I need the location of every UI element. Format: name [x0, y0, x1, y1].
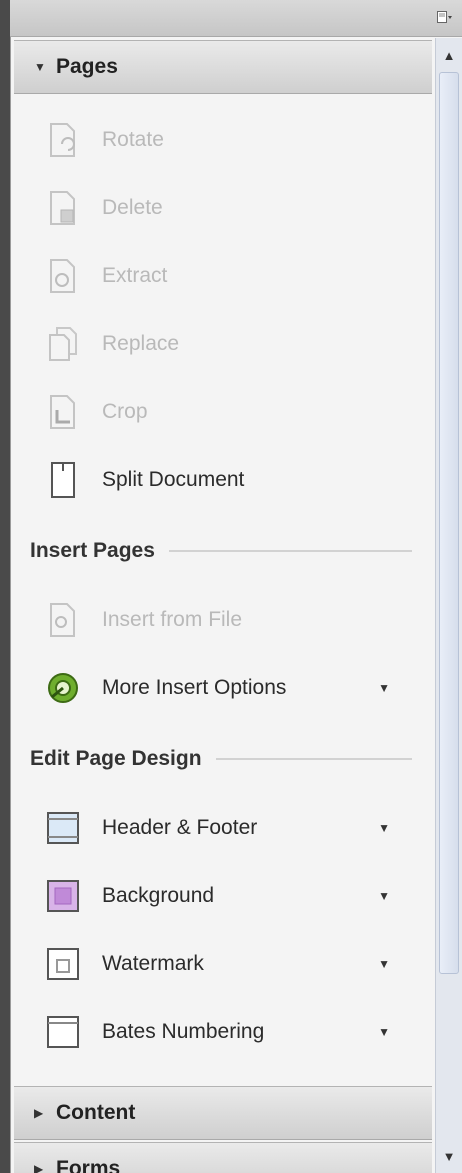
edit-page-design-title: Edit Page Design — [30, 747, 202, 770]
scroll-down-icon[interactable]: ▼ — [436, 1143, 462, 1169]
scroll-up-icon[interactable]: ▲ — [436, 42, 462, 68]
panel-options-icon[interactable] — [436, 9, 454, 25]
section-forms-header[interactable]: ▶ Forms — [14, 1142, 432, 1173]
watermark-label: Watermark — [102, 952, 204, 975]
section-content-title: Content — [56, 1101, 136, 1124]
header-footer-item[interactable]: Header & Footer ▼ — [46, 804, 432, 852]
section-content-header[interactable]: ▶ Content — [14, 1086, 432, 1140]
collapse-triangle-icon: ▶ — [34, 1162, 44, 1173]
delete-page-icon — [46, 188, 80, 228]
rotate-page-icon — [46, 120, 80, 160]
dropdown-arrow-icon[interactable]: ▼ — [378, 1025, 390, 1039]
panel-scrollbar[interactable]: ▲ ▼ — [435, 38, 462, 1173]
rotate-label: Rotate — [102, 128, 164, 151]
insert-pages-title: Insert Pages — [30, 539, 155, 562]
replace-item[interactable]: Replace — [46, 320, 432, 368]
more-insert-options-icon — [46, 668, 80, 708]
watermark-item[interactable]: Watermark ▼ — [46, 940, 432, 988]
bates-numbering-label: Bates Numbering — [102, 1020, 265, 1043]
replace-label: Replace — [102, 332, 180, 355]
split-document-item[interactable]: Split Document — [46, 456, 432, 504]
tools-panel: ▼ Pages Rotate Delete Extract Replace Cr… — [10, 0, 462, 1173]
expand-triangle-icon: ▼ — [34, 60, 46, 74]
collapse-triangle-icon: ▶ — [34, 1106, 44, 1120]
extract-label: Extract — [102, 264, 168, 287]
crop-item[interactable]: Crop — [46, 388, 432, 436]
crop-label: Crop — [102, 400, 148, 423]
dropdown-arrow-icon[interactable]: ▼ — [378, 821, 390, 835]
section-pages-title: Pages — [56, 55, 118, 78]
panel-topbar — [10, 0, 462, 37]
background-label: Background — [102, 884, 215, 907]
extract-item[interactable]: Extract — [46, 252, 432, 300]
rotate-item[interactable]: Rotate — [46, 116, 432, 164]
dropdown-arrow-icon[interactable]: ▼ — [378, 957, 390, 971]
crop-page-icon — [46, 392, 80, 432]
divider — [215, 758, 412, 760]
header-footer-icon — [46, 808, 80, 848]
background-item[interactable]: Background ▼ — [46, 872, 432, 920]
insert-from-file-label: Insert from File — [102, 608, 243, 631]
section-forms-title: Forms — [56, 1157, 121, 1173]
insert-from-file-item[interactable]: Insert from File — [46, 596, 432, 644]
divider — [168, 550, 412, 552]
delete-item[interactable]: Delete — [46, 184, 432, 232]
bates-numbering-item[interactable]: Bates Numbering ▼ — [46, 1008, 432, 1056]
more-insert-options-item[interactable]: More Insert Options ▼ — [46, 664, 432, 712]
dropdown-arrow-icon[interactable]: ▼ — [378, 681, 390, 695]
insert-from-file-icon — [46, 600, 80, 640]
insert-pages-heading: Insert Pages — [30, 534, 412, 568]
extract-page-icon — [46, 256, 80, 296]
background-icon — [46, 876, 80, 916]
split-document-icon — [46, 460, 80, 500]
more-insert-options-label: More Insert Options — [102, 676, 287, 699]
edit-page-design-heading: Edit Page Design — [30, 742, 412, 776]
header-footer-label: Header & Footer — [102, 816, 258, 839]
dropdown-arrow-icon[interactable]: ▼ — [378, 889, 390, 903]
scrollbar-thumb[interactable] — [439, 72, 459, 974]
delete-label: Delete — [102, 196, 163, 219]
watermark-icon — [46, 944, 80, 984]
bates-numbering-icon — [46, 1012, 80, 1052]
section-pages-header[interactable]: ▼ Pages — [14, 40, 432, 94]
split-document-label: Split Document — [102, 468, 245, 491]
replace-page-icon — [46, 324, 80, 364]
